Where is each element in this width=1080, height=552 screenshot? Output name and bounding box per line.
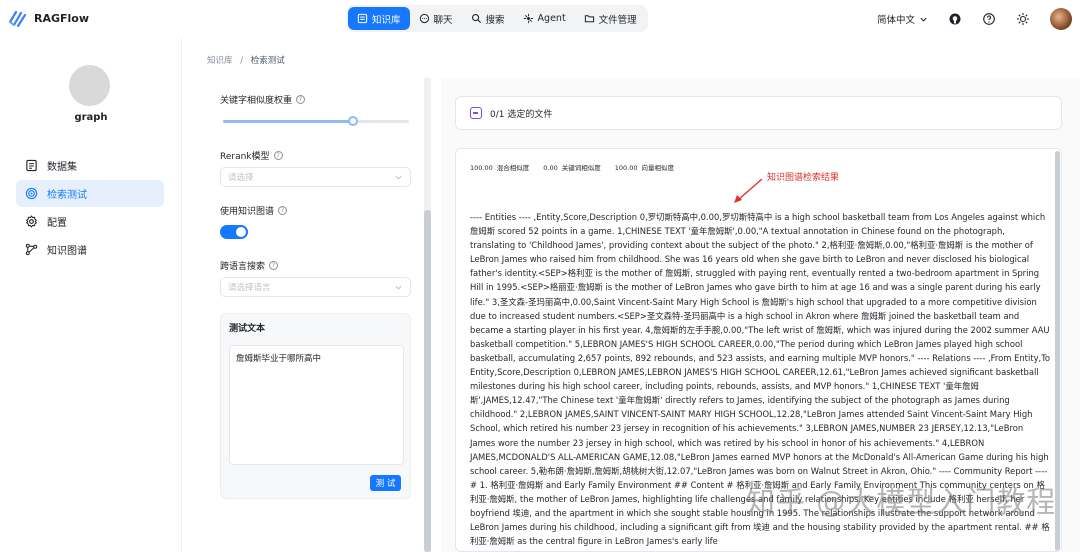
help-icon[interactable]: ? bbox=[273, 151, 283, 160]
nav-search[interactable]: 搜索 bbox=[462, 7, 514, 30]
language-select[interactable]: 简体中文 bbox=[877, 12, 928, 26]
nav-label: 聊天 bbox=[433, 14, 453, 26]
result-card: 100.00 混合相似度 0.00 关键词相似度 100.00 向量相似度 知识图谱检… bbox=[455, 148, 1062, 552]
nav-label: 文件管理 bbox=[598, 14, 637, 26]
cross-lang-placeholder: 请选择语言 bbox=[228, 283, 271, 293]
test-text-title: 测试文本 bbox=[229, 324, 266, 334]
selected-files-text: 0/1 选定的文件 bbox=[490, 109, 553, 120]
sidebar: graph 数据集 检索测试 配置 知识图谱 bbox=[0, 38, 182, 552]
sidebar-item-label: 知识图谱 bbox=[47, 246, 87, 257]
chevron-down-icon bbox=[395, 175, 402, 180]
sidebar-item-knowledge-graph[interactable]: 知识图谱 bbox=[16, 236, 164, 263]
results-area: 0/1 选定的文件 100.00 混合相似度 0.00 关键词相似度 100.00 向… bbox=[441, 78, 1080, 552]
slider-fill bbox=[223, 120, 354, 123]
watermark: 知乎 @大模型入门教程 bbox=[746, 485, 1057, 519]
breadcrumb-current: 检索测试 bbox=[250, 56, 285, 66]
left-panel-scrollbar-thumb[interactable] bbox=[424, 210, 431, 552]
nav-label: 知识库 bbox=[372, 14, 401, 26]
similarity-scores: 100.00 混合相似度 0.00 关键词相似度 100.00 向量相似度 bbox=[470, 162, 674, 172]
nav-agent[interactable]: Agent bbox=[514, 7, 575, 30]
breadcrumb-separator: / bbox=[240, 56, 244, 66]
collapse-icon[interactable] bbox=[470, 107, 482, 119]
sidebar-item-retrieval-test[interactable]: 检索测试 bbox=[16, 180, 164, 207]
agent-icon bbox=[523, 13, 533, 24]
vector-similarity: 100.00 向量相似度 bbox=[615, 162, 674, 172]
help-icon[interactable]: ? bbox=[296, 95, 306, 104]
cross-lang-select[interactable]: 请选择语言 bbox=[220, 277, 411, 297]
search-icon bbox=[471, 14, 481, 24]
app-name: RAGFlow bbox=[34, 11, 90, 25]
cross-lang-label: 跨语言搜索 ? bbox=[220, 259, 279, 272]
keyword-weight-text: 关键字相似度权重 bbox=[220, 96, 293, 106]
keyword-score: 0.00 bbox=[543, 164, 558, 172]
kb-name: graph bbox=[74, 112, 108, 123]
help-icon[interactable] bbox=[982, 12, 996, 26]
vector-label: 向量相似度 bbox=[641, 164, 674, 172]
dataset-icon bbox=[26, 159, 37, 172]
sidebar-item-label: 数据集 bbox=[47, 162, 77, 173]
keyword-similarity: 0.00 关键词相似度 bbox=[543, 162, 600, 172]
sidebar-menu: 数据集 检索测试 配置 知识图谱 bbox=[16, 152, 164, 264]
sidebar-item-settings[interactable]: 配置 bbox=[16, 208, 164, 235]
test-text-box: 测试文本 詹姆斯毕业于哪所高中 测 试 bbox=[220, 313, 411, 499]
sidebar-item-dataset[interactable]: 数据集 bbox=[16, 152, 164, 179]
kb-avatar bbox=[69, 65, 110, 106]
hybrid-label: 混合相似度 bbox=[496, 164, 530, 172]
breadcrumb-root[interactable]: 知识库 bbox=[207, 56, 233, 66]
toggle-knob bbox=[236, 227, 246, 237]
help-icon[interactable]: ? bbox=[269, 261, 279, 270]
database-icon bbox=[357, 13, 368, 24]
rerank-select[interactable]: 请选择 bbox=[220, 167, 411, 187]
selected-files-bar[interactable]: 0/1 选定的文件 bbox=[455, 96, 1062, 130]
main-nav: 知识库 聊天 搜索 Agent 文件管理 bbox=[346, 5, 648, 32]
top-right-tools: 简体中文 bbox=[877, 8, 1072, 30]
breadcrumb: 知识库 / 检索测试 bbox=[207, 54, 285, 66]
kg-text: 使用知识图谱 bbox=[220, 207, 275, 217]
folder-icon bbox=[584, 15, 594, 23]
user-avatar[interactable] bbox=[1050, 8, 1072, 30]
rerank-placeholder: 请选择 bbox=[228, 173, 254, 183]
hybrid-similarity: 100.00 混合相似度 bbox=[470, 162, 529, 172]
keyword-weight-slider[interactable] bbox=[223, 116, 409, 126]
kg-toggle[interactable] bbox=[220, 225, 248, 239]
hybrid-score: 100.00 bbox=[470, 164, 493, 172]
gear-icon bbox=[25, 215, 38, 228]
github-icon[interactable] bbox=[948, 12, 962, 26]
help-icon[interactable]: ? bbox=[278, 206, 288, 215]
theme-sun-icon[interactable] bbox=[1016, 12, 1030, 26]
rerank-text: Rerank模型 bbox=[220, 152, 270, 162]
test-button[interactable]: 测 试 bbox=[370, 475, 401, 491]
vector-score: 100.00 bbox=[614, 164, 638, 172]
keyword-weight-label: 关键字相似度权重 ? bbox=[220, 93, 306, 106]
kg-label: 使用知识图谱 ? bbox=[220, 204, 288, 217]
ragflow-logo-icon bbox=[8, 10, 27, 28]
rerank-label: Rerank模型 ? bbox=[220, 149, 283, 162]
slider-handle[interactable] bbox=[348, 116, 359, 126]
result-scrollbar-thumb[interactable] bbox=[1055, 151, 1060, 551]
retrieval-settings-panel: 关键字相似度权重 ? Rerank模型 ? 请选择 使用知识图谱 ? 跨语言搜索… bbox=[207, 78, 431, 552]
chevron-down-icon bbox=[395, 285, 402, 290]
cross-lang-text: 跨语言搜索 bbox=[220, 262, 266, 272]
nav-knowledge-base[interactable]: 知识库 bbox=[348, 7, 410, 30]
app-logo[interactable]: RAGFlow bbox=[8, 8, 89, 28]
annotation-arrow-icon bbox=[734, 178, 763, 203]
nav-chat[interactable]: 聊天 bbox=[410, 7, 462, 30]
test-text-input[interactable]: 詹姆斯毕业于哪所高中 bbox=[229, 345, 404, 465]
nav-label: 搜索 bbox=[485, 14, 505, 26]
chat-icon bbox=[419, 13, 429, 24]
graph-icon bbox=[25, 243, 38, 256]
nav-label: Agent bbox=[537, 13, 566, 24]
sidebar-item-label: 检索测试 bbox=[47, 190, 87, 201]
chevron-down-icon bbox=[920, 17, 927, 22]
annotation-label: 知识图谱检索结果 bbox=[767, 173, 840, 183]
nav-file-management[interactable]: 文件管理 bbox=[575, 7, 646, 30]
top-bar: RAGFlow 知识库 聊天 搜索 Agent 文件管理 简体中文 bbox=[0, 0, 1080, 38]
retrieval-icon bbox=[25, 187, 38, 200]
keyword-label: 关键词相似度 bbox=[561, 164, 601, 172]
language-label: 简体中文 bbox=[876, 15, 915, 26]
sidebar-item-label: 配置 bbox=[47, 218, 67, 229]
